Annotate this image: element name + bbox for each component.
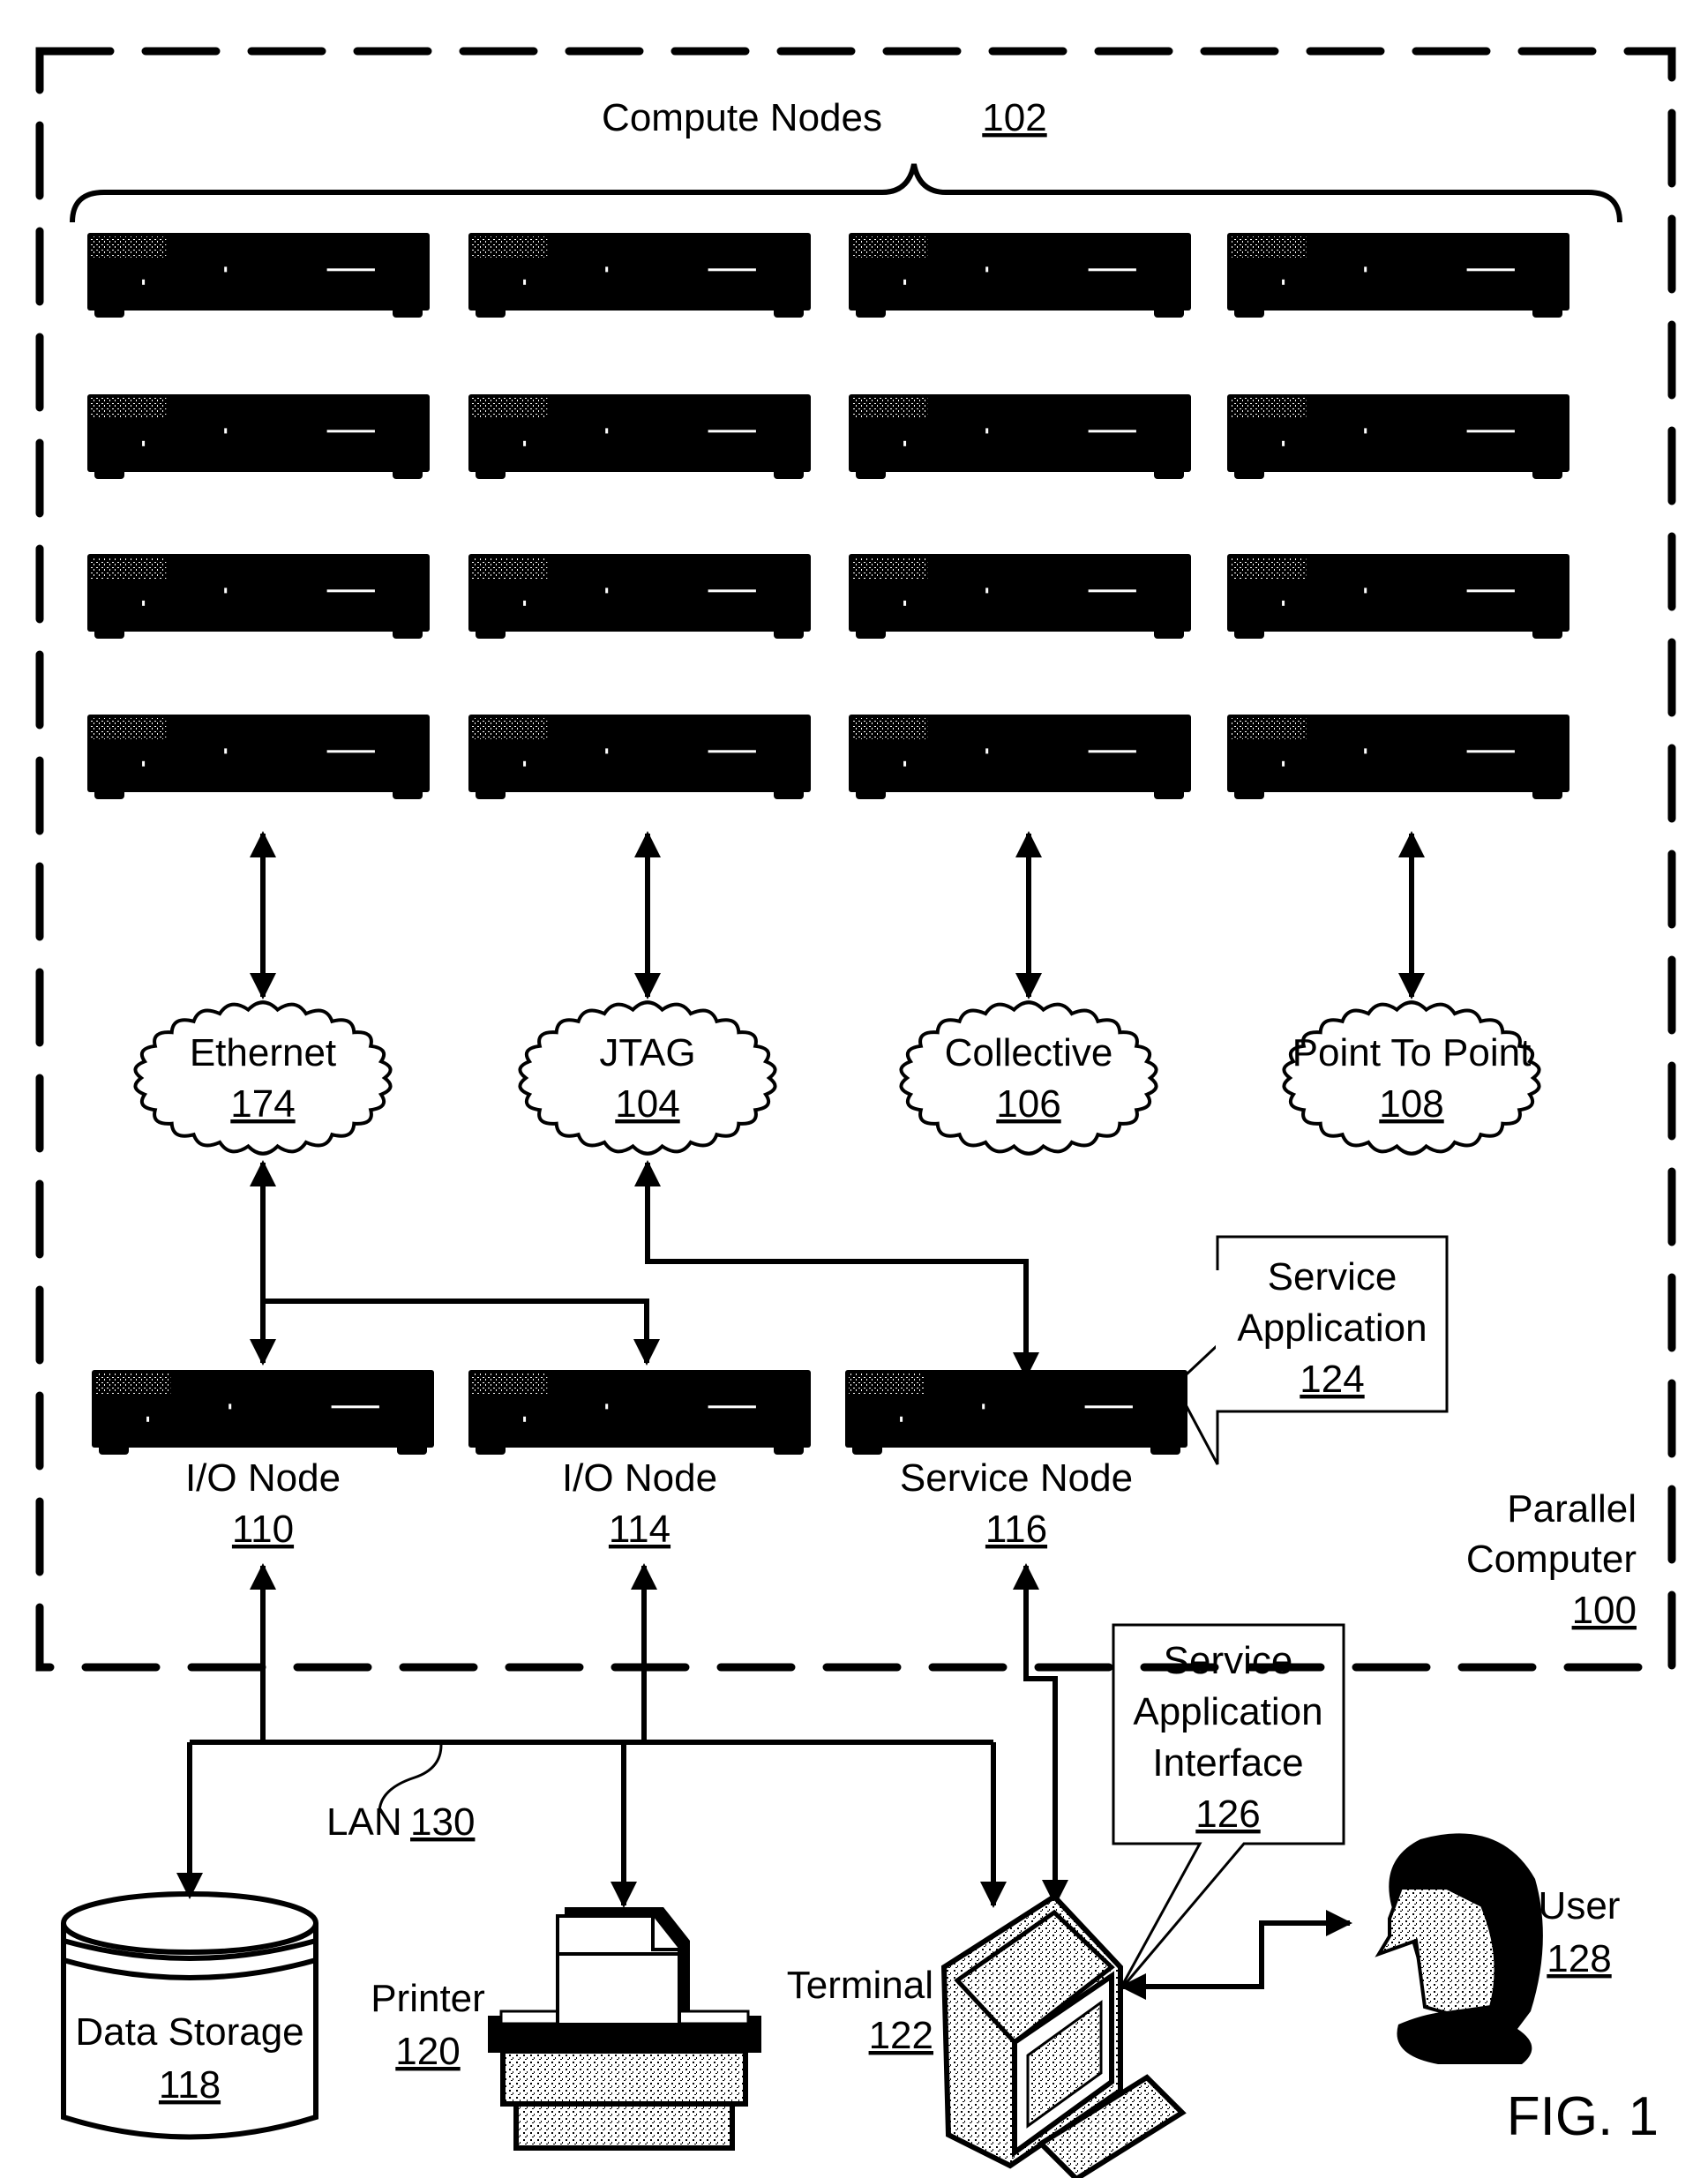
compute-nodes-ref: 102: [982, 96, 1046, 139]
compute-node: [849, 233, 1191, 318]
network-ref: 108: [1379, 1082, 1443, 1126]
compute-nodes-brace: [70, 163, 1622, 223]
io-node: [92, 1370, 434, 1455]
network-cloud: Ethernet 174: [133, 1000, 393, 1156]
node-ref: 116: [985, 1508, 1047, 1551]
compute-node: [849, 394, 1191, 479]
network-name: Point To Point: [1292, 1031, 1532, 1074]
network-name: JTAG: [599, 1031, 695, 1074]
lan-ref: 130: [410, 1800, 475, 1844]
network-cloud: Collective 106: [899, 1000, 1158, 1156]
network-ref: 174: [230, 1082, 295, 1126]
svg-text:Data Storage: Data Storage: [75, 2010, 303, 2054]
compute-node-grid: [87, 233, 1569, 799]
svg-text:126: 126: [1195, 1793, 1260, 1836]
network-name: Ethernet: [190, 1031, 336, 1074]
svg-text:100: 100: [1572, 1589, 1637, 1632]
printer-icon: [488, 1907, 761, 2151]
printer-ref: 120: [395, 2030, 460, 2073]
compute-node: [1227, 233, 1569, 318]
service-application-interface-callout: Service Application Interface 126: [1112, 1623, 1345, 1993]
svg-text:Service: Service: [1164, 1639, 1293, 1682]
node-name: I/O Node: [185, 1456, 341, 1500]
network-name: Collective: [945, 1031, 1113, 1074]
io-node: [468, 1370, 811, 1455]
jtag-to-service-node: [634, 1160, 1039, 1379]
node-ref: 114: [609, 1508, 670, 1551]
compute-node: [1227, 715, 1569, 799]
ethernet-to-io-114: [263, 1299, 660, 1366]
compute-node: [87, 554, 430, 639]
svg-text:Application: Application: [1133, 1690, 1322, 1733]
compute-node: [468, 233, 811, 318]
compute-network-links: [250, 831, 1425, 999]
user-label: User: [1539, 1884, 1621, 1927]
compute-node: [849, 554, 1191, 639]
user-ref: 128: [1547, 1937, 1611, 1980]
compute-node: [87, 394, 430, 479]
compute-node: [468, 715, 811, 799]
node-name: I/O Node: [562, 1456, 717, 1500]
service-application-ref: 124: [1300, 1358, 1364, 1401]
terminal-user-link: [1120, 1910, 1352, 2000]
lan-label: LAN: [326, 1800, 402, 1844]
compute-node: [468, 554, 811, 639]
service-node: [845, 1370, 1187, 1455]
network-cloud: JTAG 104: [518, 1000, 777, 1156]
printer-label: Printer: [371, 1977, 485, 2020]
compute-node: [87, 233, 430, 318]
lan-wiring: [176, 1563, 1068, 1908]
terminal-ref: 122: [869, 2014, 933, 2057]
service-application-callout: Service Application 124: [1173, 1235, 1449, 1465]
figure-label: FIG. 1: [1507, 2086, 1659, 2147]
node-ref: 110: [232, 1508, 294, 1551]
node-name: Service Node: [900, 1456, 1133, 1500]
network-cloud: Point To Point 108: [1282, 1000, 1541, 1156]
lower-nodes: I/O Node 110 I/O Node 114 Service Node 116: [92, 1370, 1187, 1551]
service-application-line2: Application: [1237, 1306, 1427, 1350]
service-application-line1: Service: [1268, 1255, 1397, 1299]
user-icon: [1375, 1833, 1543, 2064]
network-ref: 106: [996, 1082, 1060, 1126]
svg-text:Computer: Computer: [1466, 1538, 1637, 1581]
svg-text:Interface: Interface: [1152, 1741, 1303, 1785]
compute-node: [1227, 394, 1569, 479]
compute-node: [1227, 554, 1569, 639]
svg-text:Parallel: Parallel: [1507, 1487, 1637, 1531]
compute-nodes-label: Compute Nodes: [602, 96, 882, 139]
terminal-label: Terminal: [787, 1964, 933, 2007]
compute-node: [468, 394, 811, 479]
parallel-computer-diagram: Compute Nodes 102 Ethernet 174 JTAG 104 Coll…: [35, 47, 1676, 2178]
compute-node: [849, 715, 1191, 799]
svg-text:118: 118: [159, 2063, 221, 2107]
network-clouds: Ethernet 174 JTAG 104 Collective 106 Point To …: [133, 1000, 1541, 1156]
compute-node: [87, 715, 430, 799]
data-storage-icon: Data Storage 118: [61, 1891, 318, 2140]
network-ref: 104: [615, 1082, 679, 1126]
parallel-computer-label: Parallel Computer 100: [1466, 1487, 1637, 1632]
